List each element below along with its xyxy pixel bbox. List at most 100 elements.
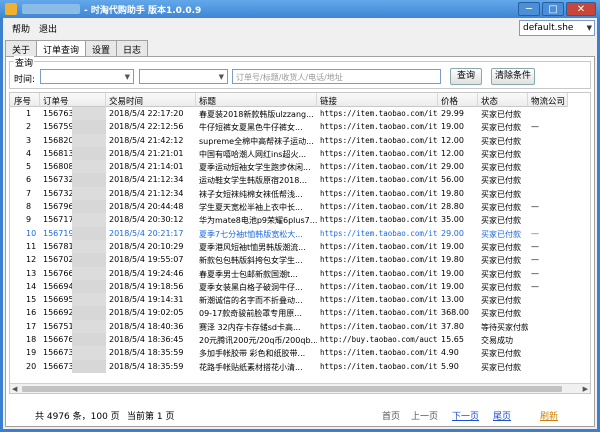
cell-price: 19.00 xyxy=(441,241,464,251)
cell-status: 买家已付款 xyxy=(481,349,521,359)
cell-order-no: 156820028 xyxy=(43,135,72,145)
end-time-combo[interactable]: ▼ xyxy=(139,69,228,84)
start-time-combo[interactable]: ▼ xyxy=(40,69,134,84)
cell-title: 学生夏天宽松半袖上衣中长... xyxy=(199,203,303,213)
cell-title: 华为mate8电池p9荣耀6plus7... xyxy=(199,216,317,226)
col-link[interactable]: 链接 xyxy=(317,93,438,107)
cell-logistics: — xyxy=(531,228,539,238)
first-page-link[interactable]: 首页 xyxy=(382,409,400,422)
redacted-order-suffix xyxy=(72,213,106,227)
tab-settings[interactable]: 设置 xyxy=(85,40,118,56)
table-row[interactable]: 1 156763357 2018/5/4 22:17:20 春夏装2018新款韩版ul… xyxy=(10,107,568,121)
table-row[interactable]: 16 156692407 2018/5/4 19:02:05 09-17款奇骏前脸罩专… xyxy=(10,306,568,320)
main-window: 帮助 退出 default.she ▼ 关于 订单查询 设置 日志 查询 时间:… xyxy=(3,18,597,429)
table-row[interactable]: 6 156732670 2018/5/4 21:12:34 运动鞋女学生韩版原宿201… xyxy=(10,173,568,187)
menu-help[interactable]: 帮助 xyxy=(12,22,30,35)
table-row[interactable]: 17 156751400 2018/5/4 18:40:36 赛泽 32内存卡存储sd… xyxy=(10,319,568,334)
col-index[interactable]: 序号 xyxy=(10,93,40,107)
tab-about[interactable]: 关于 xyxy=(5,40,38,56)
cell-time: 2018/5/4 21:12:34 xyxy=(109,175,184,185)
table-row[interactable]: 19 156673165 2018/5/4 18:35:59 多加手帐胶带 彩色和纸胶… xyxy=(10,346,568,360)
cell-price: 29.00 xyxy=(441,162,464,172)
table-row[interactable]: 4 156813644 2018/5/4 21:21:01 中国有嘻哈潮人网红ins超… xyxy=(10,146,568,161)
cell-index: 17 xyxy=(26,321,37,331)
horizontal-scrollbar[interactable]: ◀ ▶ xyxy=(10,383,590,393)
cell-time: 2018/5/4 20:21:17 xyxy=(109,228,184,238)
table-row[interactable]: 15 156695518 2018/5/4 19:14:31 新潮诚信的名字而不折叠动… xyxy=(10,293,568,307)
cell-price: 35.00 xyxy=(441,215,464,225)
next-page-link[interactable]: 下一页 xyxy=(452,409,479,422)
minimize-button[interactable]: ─ xyxy=(518,2,540,16)
refresh-link[interactable]: 刷新 xyxy=(540,409,558,422)
col-order-no[interactable]: 订单号 xyxy=(40,93,106,107)
table-row[interactable]: 5 156808520 2018/5/4 21:14:01 夏季运动短袖女学生跑步休闲… xyxy=(10,160,568,174)
redacted-order-suffix xyxy=(72,226,106,240)
table-row[interactable]: 11 156781724 2018/5/4 20:10:29 夏季港风短袖t恤男韩版潮… xyxy=(10,239,568,254)
col-time[interactable]: 交易时间 xyxy=(106,93,196,107)
cell-index: 18 xyxy=(26,335,37,345)
cell-title: 夏季港风短袖t恤男韩版潮流... xyxy=(199,242,306,252)
table-row[interactable]: 2 156759129 2018/5/4 22:12:56 牛仔短裤女夏黑色牛仔裤女.… xyxy=(10,120,568,134)
table-row[interactable]: 12 156702878 2018/5/4 19:55:07 新款包包韩版斜挎包女学生… xyxy=(10,253,568,267)
cell-price: 15.65 xyxy=(441,335,464,345)
table-row[interactable]: 8 156796004 2018/5/4 20:44:48 学生夏天宽松半袖上衣中长.… xyxy=(10,200,568,214)
cell-status: 买家已付款 xyxy=(481,189,521,199)
tab-log[interactable]: 日志 xyxy=(116,40,149,56)
cell-price: 29.99 xyxy=(441,109,464,118)
time-label: 时间: xyxy=(14,75,36,85)
col-status[interactable]: 状态 xyxy=(478,93,528,107)
clear-conditions-button[interactable]: 清除条件 xyxy=(491,68,535,85)
skin-select[interactable]: default.she ▼ xyxy=(519,20,595,36)
cell-time: 2018/5/4 19:02:05 xyxy=(109,308,184,318)
col-title[interactable]: 标题 xyxy=(196,93,317,107)
scroll-thumb[interactable] xyxy=(22,386,562,392)
cell-time: 2018/5/4 19:14:31 xyxy=(109,295,184,305)
cell-logistics xyxy=(528,306,568,319)
cell-order-no: 156694674 xyxy=(43,281,72,291)
cell-price: 12.00 xyxy=(441,148,464,158)
cell-logistics xyxy=(528,320,568,333)
cell-status: 等待买家付款 xyxy=(481,322,528,332)
tab-strip: 关于 订单查询 设置 日志 xyxy=(5,40,149,57)
table-row[interactable]: 18 156676082 2018/5/4 18:36:45 20元腾讯200元/20… xyxy=(10,333,568,347)
order-query-panel: 查询 时间: ▼ ▼ 订单号/标题/收货人/电话/地址 查询 清除条件 序号 订… xyxy=(5,56,595,427)
cell-order-no: 156796004 xyxy=(43,202,72,212)
col-price[interactable]: 价格 xyxy=(438,93,478,107)
cell-time: 2018/5/4 20:10:29 xyxy=(109,241,184,251)
table-row[interactable]: 7 156732670 2018/5/4 21:12:34 袜子女短袜纯棉女袜低帮浅.… xyxy=(10,186,568,201)
tab-order-query[interactable]: 订单查询 xyxy=(36,40,87,57)
col-logistics[interactable]: 物流公司 xyxy=(528,93,568,107)
cell-status: 买家已付款 xyxy=(481,309,521,319)
table-row[interactable]: 3 156820028 2018/5/4 21:42:12 supreme全棉中高帮袜… xyxy=(10,133,568,147)
cell-link: https://item.taobao.com/item... xyxy=(320,281,438,291)
table-row[interactable]: 14 156694674 2018/5/4 19:18:56 夏季女装黑白格子破洞牛仔… xyxy=(10,279,568,294)
cell-status: 买家已付款 xyxy=(481,136,521,146)
scroll-right-icon[interactable]: ▶ xyxy=(583,384,588,393)
cell-link: https://item.taobao.com/item... xyxy=(320,148,438,158)
prev-page-link[interactable]: 上一页 xyxy=(411,409,438,422)
scroll-left-icon[interactable]: ◀ xyxy=(12,384,17,393)
menu-exit[interactable]: 退出 xyxy=(39,22,57,35)
cell-status: 买家已付款 xyxy=(481,362,521,372)
search-button[interactable]: 查询 xyxy=(450,68,482,85)
redacted-order-suffix xyxy=(72,346,106,360)
redacted-order-suffix xyxy=(72,266,106,280)
cell-status: 买家已付款 xyxy=(481,256,521,266)
cell-price: 4.90 xyxy=(441,348,459,358)
cell-order-no: 156717494 xyxy=(43,215,72,225)
cell-logistics xyxy=(528,147,568,160)
cell-time: 2018/5/4 21:42:12 xyxy=(109,135,184,145)
table-row[interactable]: 13 156766184 2018/5/4 19:24:46 春夏季男士包邮新款国潮t… xyxy=(10,266,568,280)
cell-title: 春夏季男士包邮新款国潮t... xyxy=(199,269,298,279)
chevron-down-icon: ▼ xyxy=(218,73,224,81)
cell-title: 夏季7七分袖t恤韩版宽松大... xyxy=(199,229,303,239)
table-row[interactable]: 10 156719567 2018/5/4 20:21:17 夏季7七分袖t恤韩版宽松… xyxy=(10,226,568,240)
cell-link: https://item.taobao.com/item... xyxy=(320,228,438,238)
close-button[interactable]: ✕ xyxy=(566,2,596,16)
search-input[interactable]: 订单号/标题/收货人/电话/地址 xyxy=(232,69,441,84)
maximize-button[interactable]: □ xyxy=(542,2,564,16)
table-row[interactable]: 20 156673165 2018/5/4 18:35:59 花路手帐贴纸素材搭花小清… xyxy=(10,359,568,373)
cell-title: 夏季运动短袖女学生跑步休闲... xyxy=(199,163,311,173)
table-row[interactable]: 9 156717494 2018/5/4 20:30:12 华为mate8电池p9荣耀… xyxy=(10,213,568,227)
last-page-link[interactable]: 尾页 xyxy=(493,409,511,422)
